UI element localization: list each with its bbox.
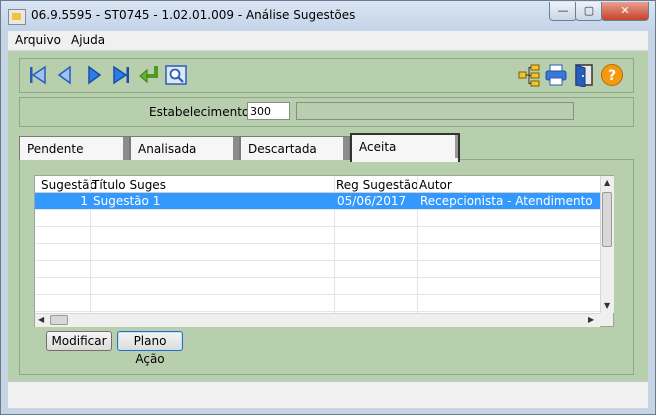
column-header-reg-sugestao[interactable]: Reg Sugestão <box>336 178 419 192</box>
table-row[interactable]: 1 Sugestão 1 05/06/2017 Recepcionista - … <box>35 193 600 210</box>
tab-aceita-edge <box>455 135 458 158</box>
column-header-sugestao[interactable]: Sugestão <box>41 178 97 192</box>
preview-icon[interactable] <box>164 63 188 87</box>
tab-aceita-label: Aceita <box>359 140 397 154</box>
close-button[interactable]: ✕ <box>601 2 649 21</box>
menu-ajuda[interactable]: Ajuda <box>71 33 105 47</box>
cell-titulo: Sugestão 1 <box>93 194 161 208</box>
tab-pendente-label: Pendente <box>27 142 84 156</box>
help-icon[interactable]: ? <box>600 63 624 87</box>
status-bar <box>8 381 648 408</box>
scroll-up-icon[interactable]: ▲ <box>604 178 610 187</box>
print-icon[interactable] <box>544 63 568 87</box>
vertical-scroll-thumb[interactable] <box>602 192 612 247</box>
tab-descartada-edge <box>343 137 349 160</box>
tab-analisada[interactable]: Analisada <box>130 136 240 160</box>
modificar-button[interactable]: Modificar <box>46 331 112 351</box>
horizontal-scrollbar[interactable]: ◀ ▶ <box>35 313 600 327</box>
tab-aceita[interactable]: Aceita <box>350 133 460 162</box>
table-row-empty[interactable] <box>35 261 600 278</box>
cell-reg-sugestao: 05/06/2017 <box>337 194 407 208</box>
first-icon[interactable] <box>26 63 50 87</box>
next-icon[interactable] <box>82 63 106 87</box>
last-icon[interactable] <box>109 63 133 87</box>
main-content: ? Estabelecimento: 300 Pendente Analisad… <box>8 51 648 381</box>
table-row-empty[interactable] <box>35 227 600 244</box>
cell-sugestao: 1 <box>80 194 88 208</box>
app-icon[interactable] <box>8 9 26 25</box>
minimize-button[interactable]: — <box>549 2 577 21</box>
grid-header: Sugestão Título Suges Reg Sugestão Autor <box>35 176 600 193</box>
tab-pendente[interactable]: Pendente <box>19 136 130 160</box>
tab-descartada[interactable]: Descartada <box>240 136 350 160</box>
window-title: 06.9.5595 - ST0745 - 1.02.01.009 - Análi… <box>31 8 356 22</box>
vertical-scrollbar[interactable]: ▲ ▼ <box>600 176 614 313</box>
estabelecimento-label: Estabelecimento: <box>149 105 254 119</box>
scroll-right-icon[interactable]: ▶ <box>588 315 594 324</box>
scrollbar-corner <box>600 313 613 326</box>
estabelecimento-code-field[interactable]: 300 <box>247 102 290 120</box>
tab-pendente-edge <box>123 137 129 160</box>
exit-door-icon[interactable] <box>572 63 596 87</box>
tab-descartada-label: Descartada <box>248 142 317 156</box>
tab-analisada-label: Analisada <box>138 142 197 156</box>
scroll-down-icon[interactable]: ▼ <box>604 301 610 310</box>
application-window: 06.9.5595 - ST0745 - 1.02.01.009 - Análi… <box>0 0 656 415</box>
table-row-empty[interactable] <box>35 244 600 261</box>
enter-icon[interactable] <box>137 63 161 87</box>
table-row-empty[interactable] <box>35 210 600 227</box>
cell-autor: Recepcionista - Atendimento <box>420 194 593 208</box>
menu-bar: Arquivo Ajuda <box>8 31 648 51</box>
tree-icon[interactable] <box>517 63 541 87</box>
toolbar: ? <box>19 58 634 93</box>
maximize-button[interactable]: ▢ <box>575 2 603 21</box>
plano-acao-button[interactable]: Plano Ação <box>117 331 183 366</box>
horizontal-scroll-thumb[interactable] <box>50 315 68 325</box>
menu-arquivo[interactable]: Arquivo <box>15 33 61 47</box>
title-bar[interactable]: 06.9.5595 - ST0745 - 1.02.01.009 - Análi… <box>1 1 655 31</box>
table-row-empty[interactable] <box>35 278 600 295</box>
help-glyph: ? <box>608 68 616 84</box>
tab-analisada-edge <box>233 137 239 160</box>
estabelecimento-panel: Estabelecimento: 300 <box>19 97 634 127</box>
column-header-autor[interactable]: Autor <box>419 178 452 192</box>
previous-icon[interactable] <box>53 63 77 87</box>
scroll-left-icon[interactable]: ◀ <box>38 315 44 324</box>
table-row-empty[interactable] <box>35 295 600 312</box>
suggestions-grid[interactable]: Sugestão Título Suges Reg Sugestão Autor… <box>34 175 614 327</box>
column-header-titulo[interactable]: Título Suges <box>92 178 166 192</box>
estabelecimento-name-field <box>296 102 574 120</box>
